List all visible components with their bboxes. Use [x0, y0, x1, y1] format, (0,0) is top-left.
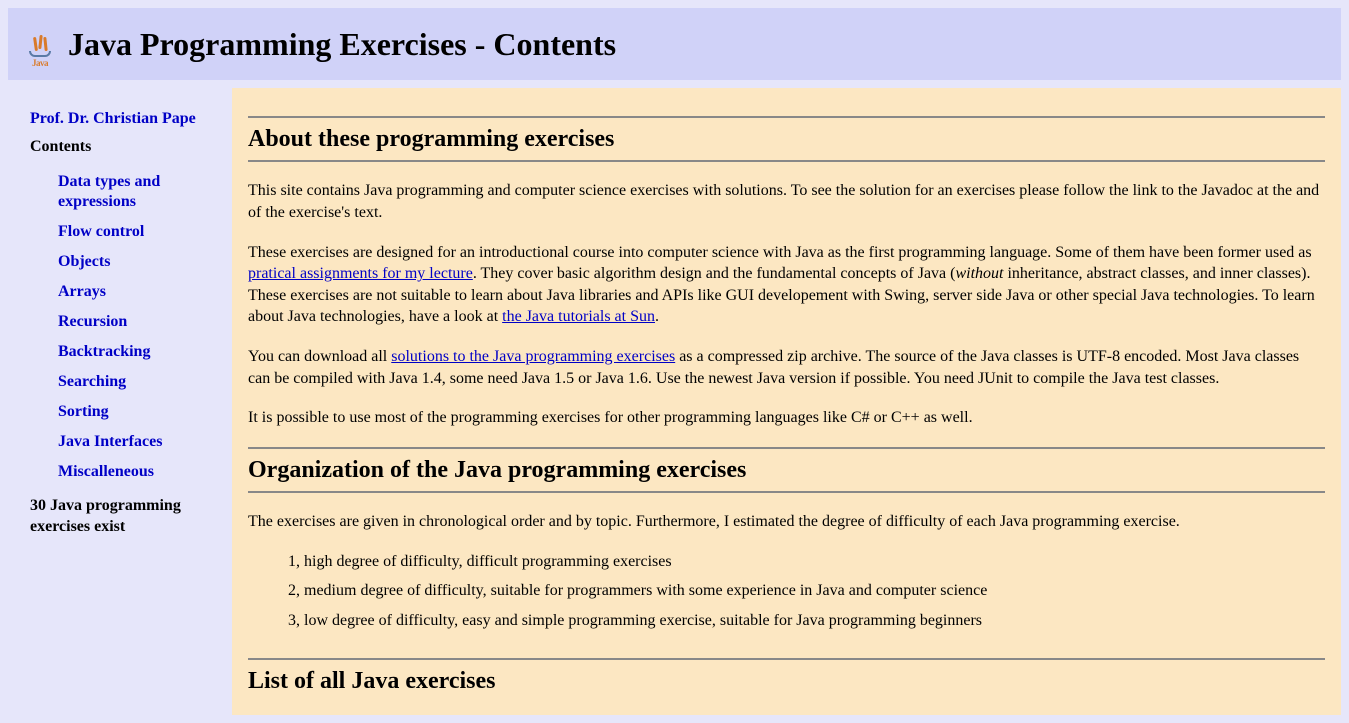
main-content: About these programming exercises This s… [232, 88, 1341, 715]
author-link[interactable]: Prof. Dr. Christian Pape [30, 110, 224, 128]
sidebar-link-searching[interactable]: Searching [58, 373, 126, 390]
sidebar-item: Backtracking [58, 342, 224, 362]
sidebar-link-interfaces[interactable]: Java Interfaces [58, 433, 162, 450]
sidebar-item: Data types and expressions [58, 172, 224, 212]
section-heading-organization: Organization of the Java programming exe… [248, 447, 1325, 493]
sidebar-link-backtracking[interactable]: Backtracking [58, 343, 150, 360]
section-heading-about: About these programming exercises [248, 116, 1325, 162]
sidebar-current: Contents [30, 138, 224, 156]
sidebar-item: Arrays [58, 282, 224, 302]
sidebar-item: Searching [58, 372, 224, 392]
sidebar-item: Java Interfaces [58, 432, 224, 452]
link-lecture-assignments[interactable]: pratical assignments for my lecture [248, 265, 473, 282]
link-sun-tutorials[interactable]: the Java tutorials at Sun [502, 308, 655, 325]
link-solutions-download[interactable]: solutions to the Java programming exerci… [391, 348, 675, 365]
sidebar-link-datatypes[interactable]: Data types and expressions [58, 173, 160, 210]
sidebar: Prof. Dr. Christian Pape Contents Data t… [8, 88, 232, 715]
sidebar-link-recursion[interactable]: Recursion [58, 313, 127, 330]
sidebar-link-misc[interactable]: Miscalleneous [58, 463, 154, 480]
page-header: Java Java Programming Exercises - Conten… [8, 8, 1341, 80]
about-p4: It is possible to use most of the progra… [248, 407, 1325, 429]
list-item: 3, low degree of difficulty, easy and si… [288, 610, 1325, 632]
about-p2: These exercises are designed for an intr… [248, 242, 1325, 328]
list-item: 2, medium degree of difficulty, suitable… [288, 580, 1325, 602]
org-p1: The exercises are given in chronological… [248, 511, 1325, 533]
sidebar-item: Sorting [58, 402, 224, 422]
sidebar-item: Recursion [58, 312, 224, 332]
about-p3: You can download all solutions to the Ja… [248, 346, 1325, 389]
section-heading-list-all: List of all Java exercises [248, 658, 1325, 697]
difficulty-list: 1, high degree of difficulty, difficult … [248, 551, 1325, 632]
sidebar-link-objects[interactable]: Objects [58, 253, 110, 270]
sidebar-item: Miscalleneous [58, 462, 224, 482]
sidebar-item: Flow control [58, 222, 224, 242]
sidebar-link-sorting[interactable]: Sorting [58, 403, 109, 420]
list-item: 1, high degree of difficulty, difficult … [288, 551, 1325, 573]
sidebar-nav-list: Data types and expressions Flow control … [30, 172, 224, 482]
page-title: Java Programming Exercises - Contents [68, 26, 616, 63]
about-p1: This site contains Java programming and … [248, 180, 1325, 223]
logo-text: Java [32, 58, 48, 68]
sidebar-link-arrays[interactable]: Arrays [58, 283, 106, 300]
sidebar-item: Objects [58, 252, 224, 272]
exercise-count: 30 Java programming exercises exist [30, 496, 224, 538]
sidebar-link-flowcontrol[interactable]: Flow control [58, 223, 144, 240]
java-logo-icon: Java [24, 20, 56, 68]
